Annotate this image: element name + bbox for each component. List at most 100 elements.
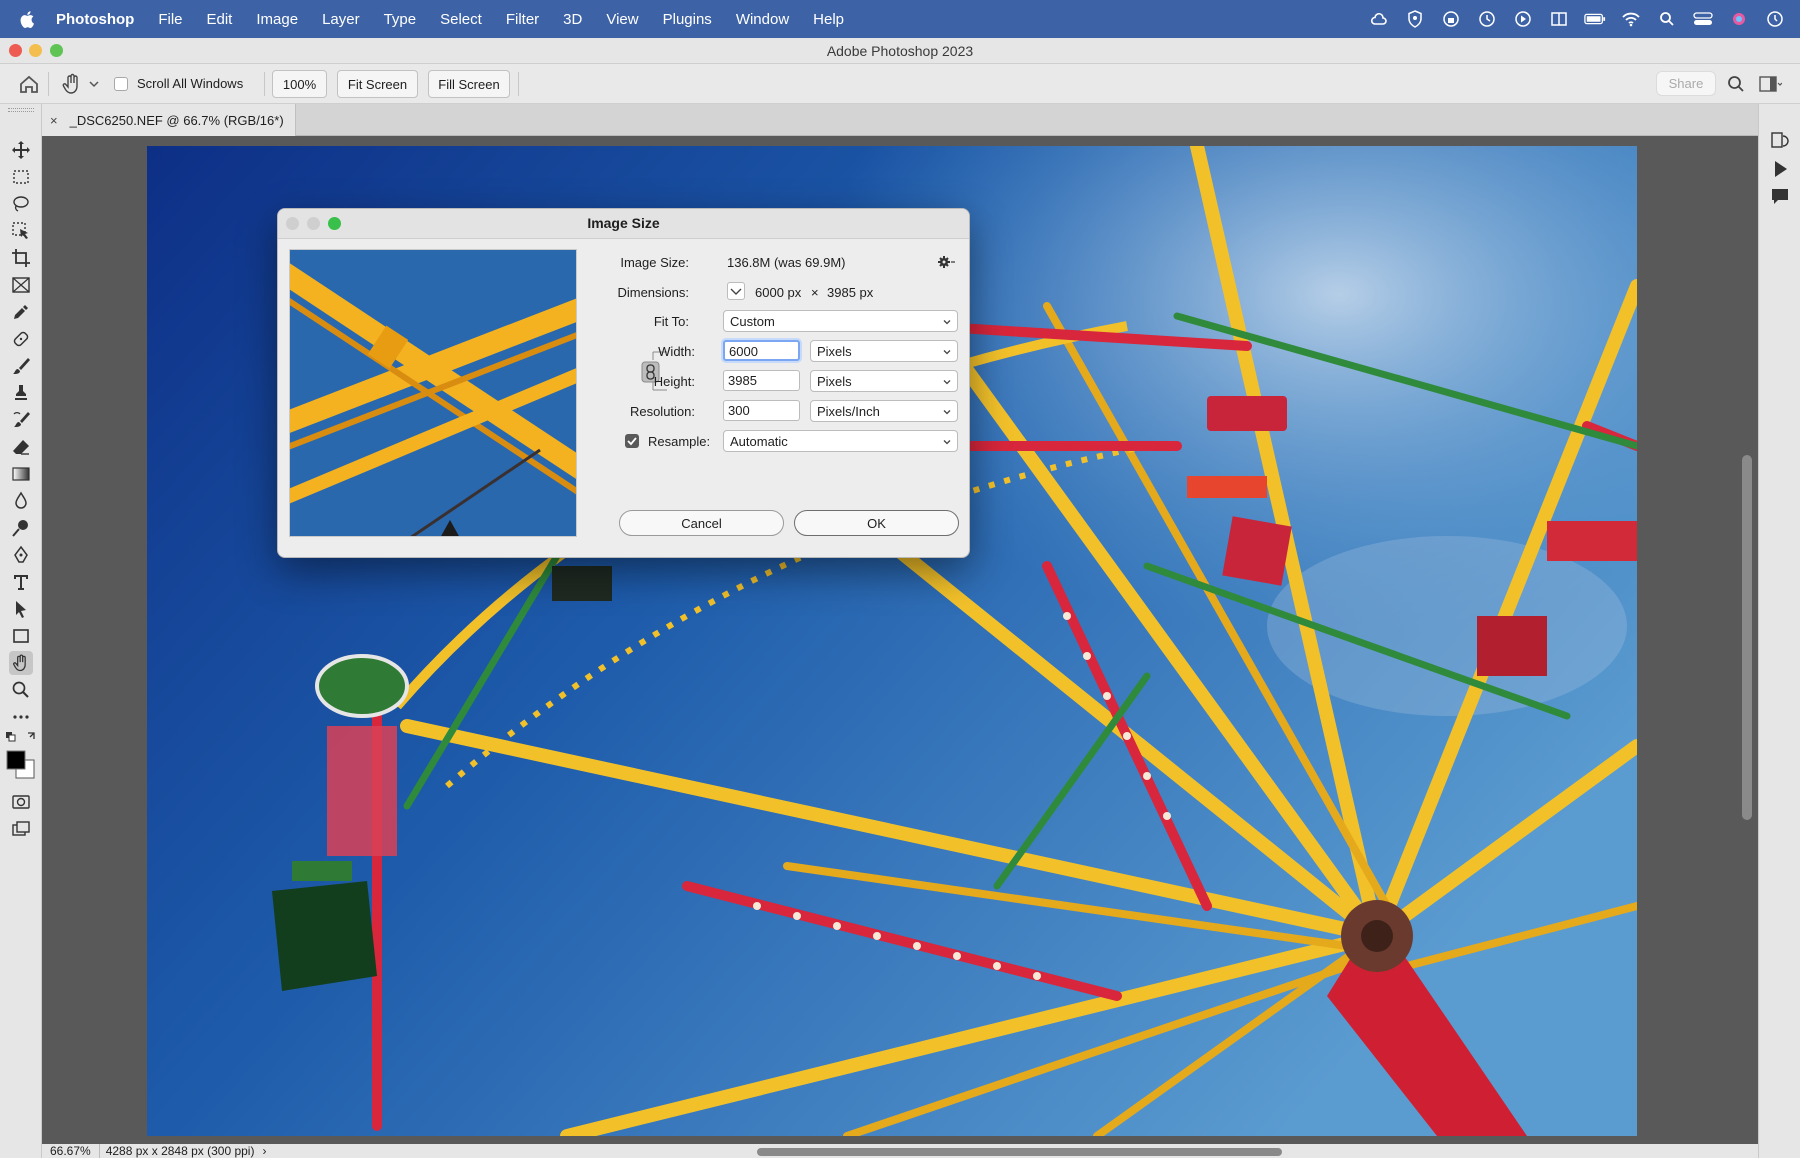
cancel-button[interactable]: Cancel — [619, 510, 784, 536]
quick-mask-icon[interactable] — [9, 790, 33, 814]
gear-icon[interactable] — [938, 255, 956, 269]
tool-preset-chevron-down-icon[interactable] — [88, 78, 100, 90]
history-brush-tool-icon[interactable] — [9, 408, 33, 432]
menu-type[interactable]: Type — [384, 11, 417, 28]
menu-view[interactable]: View — [606, 11, 638, 28]
tools-panel-grip[interactable] — [8, 108, 34, 112]
height-unit-value: Pixels — [817, 374, 852, 389]
pen-tool-icon[interactable] — [9, 543, 33, 567]
image-preview[interactable] — [289, 249, 577, 537]
lasso-tool-icon[interactable] — [9, 192, 33, 216]
fit-to-label: Fit To: — [653, 314, 689, 329]
clone-stamp-tool-icon[interactable] — [9, 381, 33, 405]
foreground-background-color-swatches[interactable] — [5, 749, 37, 781]
menu-file[interactable]: File — [158, 11, 182, 28]
workspace-layout-icon[interactable] — [1758, 74, 1782, 94]
horizontal-scrollbar[interactable] — [757, 1148, 1282, 1156]
split-window-icon[interactable] — [1548, 9, 1570, 29]
menu-photoshop[interactable]: Photoshop — [56, 11, 134, 28]
resolution-input[interactable]: 300 — [723, 400, 800, 421]
history-panel-icon[interactable] — [1769, 130, 1791, 152]
scroll-all-windows-checkbox[interactable] — [114, 77, 128, 91]
menu-help[interactable]: Help — [813, 11, 844, 28]
status-zoom-level[interactable]: 66.67% — [42, 1144, 100, 1158]
spotlight-search-icon[interactable] — [1656, 9, 1678, 29]
menu-edit[interactable]: Edit — [207, 11, 233, 28]
control-center-icon[interactable] — [1692, 9, 1714, 29]
creative-cloud-icon[interactable] — [1368, 9, 1390, 29]
dialog-close-button[interactable] — [286, 217, 299, 230]
resample-value: Automatic — [730, 434, 788, 449]
frame-tool-icon[interactable] — [9, 273, 33, 297]
actions-play-icon[interactable] — [1769, 158, 1791, 180]
menu-select[interactable]: Select — [440, 11, 482, 28]
location-shield-icon[interactable] — [1404, 9, 1426, 29]
comments-panel-icon[interactable] — [1769, 186, 1791, 208]
dialog-zoom-button[interactable] — [328, 217, 341, 230]
play-circle-icon[interactable] — [1512, 9, 1534, 29]
height-input[interactable]: 3985 — [723, 370, 800, 391]
object-selection-tool-icon[interactable] — [9, 219, 33, 243]
dialog-minimize-button[interactable] — [307, 217, 320, 230]
height-unit-dropdown[interactable]: Pixels — [810, 370, 958, 392]
screen-mode-icon[interactable] — [9, 817, 33, 841]
wifi-icon[interactable] — [1620, 9, 1642, 29]
chevron-down-icon — [943, 320, 951, 325]
width-unit-dropdown[interactable]: Pixels — [810, 340, 958, 362]
menu-layer[interactable]: Layer — [322, 11, 360, 28]
apple-icon[interactable] — [18, 9, 38, 29]
time-machine-icon[interactable] — [1476, 9, 1498, 29]
zoom-100-button[interactable]: 100% — [272, 70, 327, 98]
home-icon[interactable] — [18, 73, 40, 95]
marquee-tool-icon[interactable] — [9, 165, 33, 189]
blur-tool-icon[interactable] — [9, 489, 33, 513]
dodge-tool-icon[interactable] — [9, 516, 33, 540]
resolution-unit-dropdown[interactable]: Pixels/Inch — [810, 400, 958, 422]
status-more-chevron-icon[interactable]: › — [262, 1144, 266, 1158]
dimensions-units-dropdown[interactable] — [727, 282, 745, 300]
resample-dropdown[interactable]: Automatic — [723, 430, 958, 452]
chevron-down-icon — [730, 288, 742, 295]
share-button[interactable]: Share — [1656, 71, 1716, 96]
eraser-tool-icon[interactable] — [9, 435, 33, 459]
fit-screen-button[interactable]: Fit Screen — [337, 70, 418, 98]
ok-button[interactable]: OK — [794, 510, 959, 536]
type-tool-icon[interactable] — [9, 570, 33, 594]
preview-image — [290, 250, 576, 536]
resample-checkbox[interactable] — [625, 434, 639, 448]
eyedropper-tool-icon[interactable] — [9, 300, 33, 324]
hand-tool-icon[interactable] — [9, 651, 33, 675]
menu-image[interactable]: Image — [256, 11, 298, 28]
search-icon[interactable] — [1726, 74, 1746, 94]
options-separator — [264, 72, 265, 96]
clock-icon[interactable] — [1764, 9, 1786, 29]
dialog-title: Image Size — [278, 209, 969, 239]
vpn-icon[interactable] — [1440, 9, 1462, 29]
hand-tool-icon[interactable] — [60, 72, 84, 96]
menu-3d[interactable]: 3D — [563, 11, 582, 28]
rectangle-tool-icon[interactable] — [9, 624, 33, 648]
move-tool-icon[interactable] — [9, 138, 33, 162]
close-document-icon[interactable]: × — [50, 113, 58, 128]
battery-icon[interactable] — [1584, 9, 1606, 29]
brush-tool-icon[interactable] — [9, 354, 33, 378]
default-colors-swap-icon[interactable] — [4, 728, 38, 746]
status-document-info: 4288 px x 2848 px (300 ppi) — [105, 1144, 255, 1158]
zoom-tool-icon[interactable] — [9, 678, 33, 702]
menu-window[interactable]: Window — [736, 11, 789, 28]
siri-icon[interactable] — [1728, 9, 1750, 29]
healing-brush-tool-icon[interactable] — [9, 327, 33, 351]
width-input[interactable]: 6000 — [723, 340, 800, 361]
more-tools-icon[interactable] — [9, 705, 33, 729]
fit-to-dropdown[interactable]: Custom — [723, 310, 958, 332]
menu-filter[interactable]: Filter — [506, 11, 539, 28]
chevron-down-icon — [943, 410, 951, 415]
right-panel-dock — [1758, 104, 1800, 1158]
document-tab[interactable]: × _DSC6250.NEF @ 66.7% (RGB/16*) — [42, 104, 296, 136]
fill-screen-button[interactable]: Fill Screen — [428, 70, 510, 98]
crop-tool-icon[interactable] — [9, 246, 33, 270]
path-selection-tool-icon[interactable] — [9, 597, 33, 621]
vertical-scrollbar[interactable] — [1742, 455, 1752, 820]
gradient-tool-icon[interactable] — [9, 462, 33, 486]
menu-plugins[interactable]: Plugins — [663, 11, 712, 28]
